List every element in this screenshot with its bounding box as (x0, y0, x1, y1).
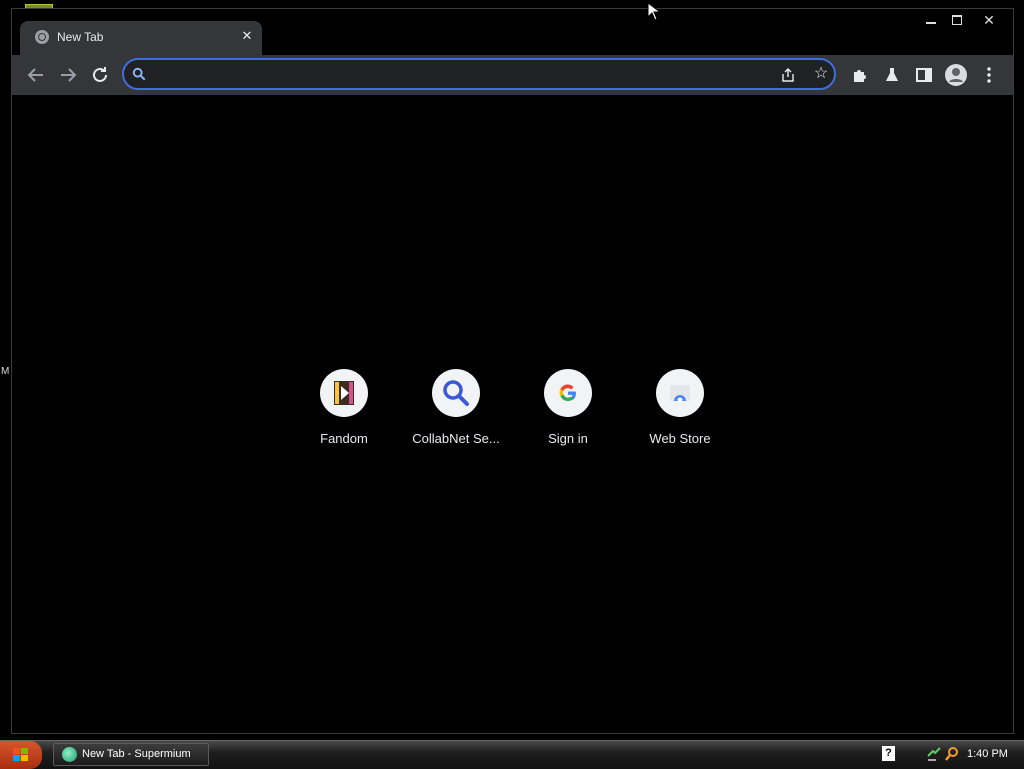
title-bar: New Tab ✕ ✕ (12, 9, 1013, 55)
search-tray-icon[interactable] (944, 746, 960, 762)
arrow-right-icon (61, 68, 77, 82)
shortcut-collabnet[interactable]: CollabNet Se... (400, 369, 512, 459)
shortcut-label: Fandom (320, 431, 368, 446)
clock[interactable]: 1:40 PM (967, 748, 1008, 760)
bookmark-star-icon[interactable]: ☆ (812, 65, 830, 83)
mouse-cursor-icon (647, 2, 661, 21)
tab-close-button[interactable]: ✕ (238, 27, 256, 45)
reload-button[interactable] (88, 63, 112, 87)
shortcut-sign-in[interactable]: Sign in (512, 369, 624, 459)
search-icon (432, 369, 480, 417)
taskbar-item-supermium[interactable]: New Tab - Supermium (53, 743, 209, 766)
desktop: M New Tab ✕ ✕ ☆ Fandom CollabNet Se... S… (0, 0, 1024, 740)
browser-toolbar: ☆ (12, 55, 1013, 95)
labs-flask-icon[interactable] (882, 65, 902, 85)
taskbar: New Tab - Supermium ? 1:40 PM (0, 740, 1024, 769)
taskbar-item-label: New Tab - Supermium (82, 748, 191, 760)
extensions-puzzle-icon[interactable] (850, 65, 870, 85)
shortcut-web-store[interactable]: Web Store (624, 369, 736, 459)
back-button[interactable] (24, 63, 48, 87)
shortcut-fandom[interactable]: Fandom (288, 369, 400, 459)
close-icon: ✕ (983, 12, 995, 28)
maximize-button[interactable] (942, 11, 972, 29)
address-bar[interactable]: ☆ (122, 58, 836, 90)
google-icon (544, 369, 592, 417)
network-icon[interactable] (926, 746, 942, 762)
shortcut-label: CollabNet Se... (412, 431, 500, 446)
help-icon[interactable]: ? (882, 746, 895, 761)
menu-kebab-icon[interactable] (979, 65, 999, 85)
web-store-icon (656, 369, 704, 417)
reload-icon (93, 67, 107, 82)
search-icon (132, 67, 146, 81)
tab-new-tab[interactable]: New Tab ✕ (20, 21, 262, 55)
globe-icon (35, 30, 49, 44)
address-input[interactable] (156, 64, 770, 86)
start-button[interactable] (0, 741, 42, 769)
new-tab-page: Fandom CollabNet Se... Sign in Web Store (12, 95, 1013, 733)
desktop-side-letter: M (1, 366, 10, 377)
windows-logo-icon (13, 748, 28, 761)
arrow-left-icon (27, 68, 43, 82)
close-window-button[interactable]: ✕ (972, 11, 1006, 29)
forward-button[interactable] (56, 63, 80, 87)
shortcut-label: Web Store (649, 431, 711, 446)
browser-window: New Tab ✕ ✕ ☆ Fandom CollabNet Se... Sig… (11, 8, 1014, 734)
tab-title: New Tab (57, 30, 104, 44)
supermium-icon (62, 747, 77, 762)
shortcut-label: Sign in (548, 431, 588, 446)
fandom-icon (320, 369, 368, 417)
side-panel-icon[interactable] (914, 65, 934, 85)
share-icon[interactable] (780, 67, 796, 83)
profile-avatar-icon[interactable] (945, 64, 967, 86)
